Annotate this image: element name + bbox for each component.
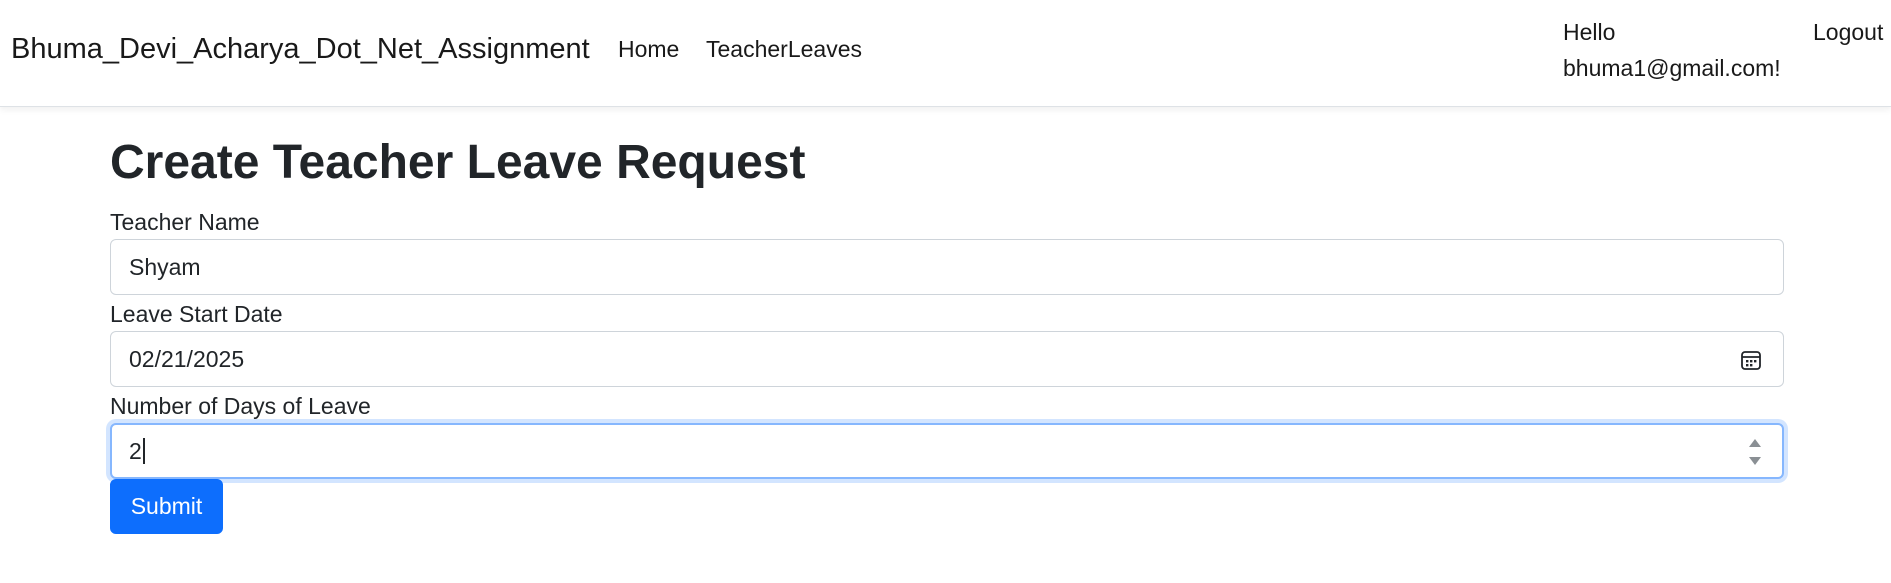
- nav-link-teacher-leaves[interactable]: TeacherLeaves: [706, 34, 862, 64]
- spinner-arrows-icon[interactable]: [1748, 436, 1762, 468]
- teacher-name-label: Teacher Name: [110, 209, 260, 235]
- teacher-name-input[interactable]: Shyam: [110, 239, 1784, 295]
- leave-start-date-input[interactable]: 02/21/2025: [110, 331, 1784, 387]
- top-navbar: Bhuma_Devi_Acharya_Dot_Net_Assignment Ho…: [0, 0, 1891, 107]
- user-email: bhuma1@gmail.com!: [1563, 55, 1781, 81]
- days-of-leave-input[interactable]: 2: [110, 423, 1784, 479]
- greeting-text: Hello: [1563, 19, 1616, 45]
- brand-link[interactable]: Bhuma_Devi_Acharya_Dot_Net_Assignment: [11, 31, 590, 67]
- submit-button[interactable]: Submit: [110, 479, 223, 534]
- page-title: Create Teacher Leave Request: [110, 136, 806, 189]
- nav-link-home[interactable]: Home: [618, 34, 679, 64]
- leave-start-date-label: Leave Start Date: [110, 301, 283, 327]
- days-of-leave-label: Number of Days of Leave: [110, 393, 371, 419]
- days-of-leave-value: 2: [129, 437, 142, 464]
- logout-button[interactable]: Logout: [1813, 14, 1883, 50]
- leave-start-date-value: 02/21/2025: [129, 345, 245, 372]
- calendar-icon[interactable]: [1740, 349, 1762, 371]
- teacher-name-value: Shyam: [129, 253, 201, 280]
- user-greeting: Hello bhuma1@gmail.com!: [1563, 14, 1803, 86]
- text-cursor: [142, 438, 145, 464]
